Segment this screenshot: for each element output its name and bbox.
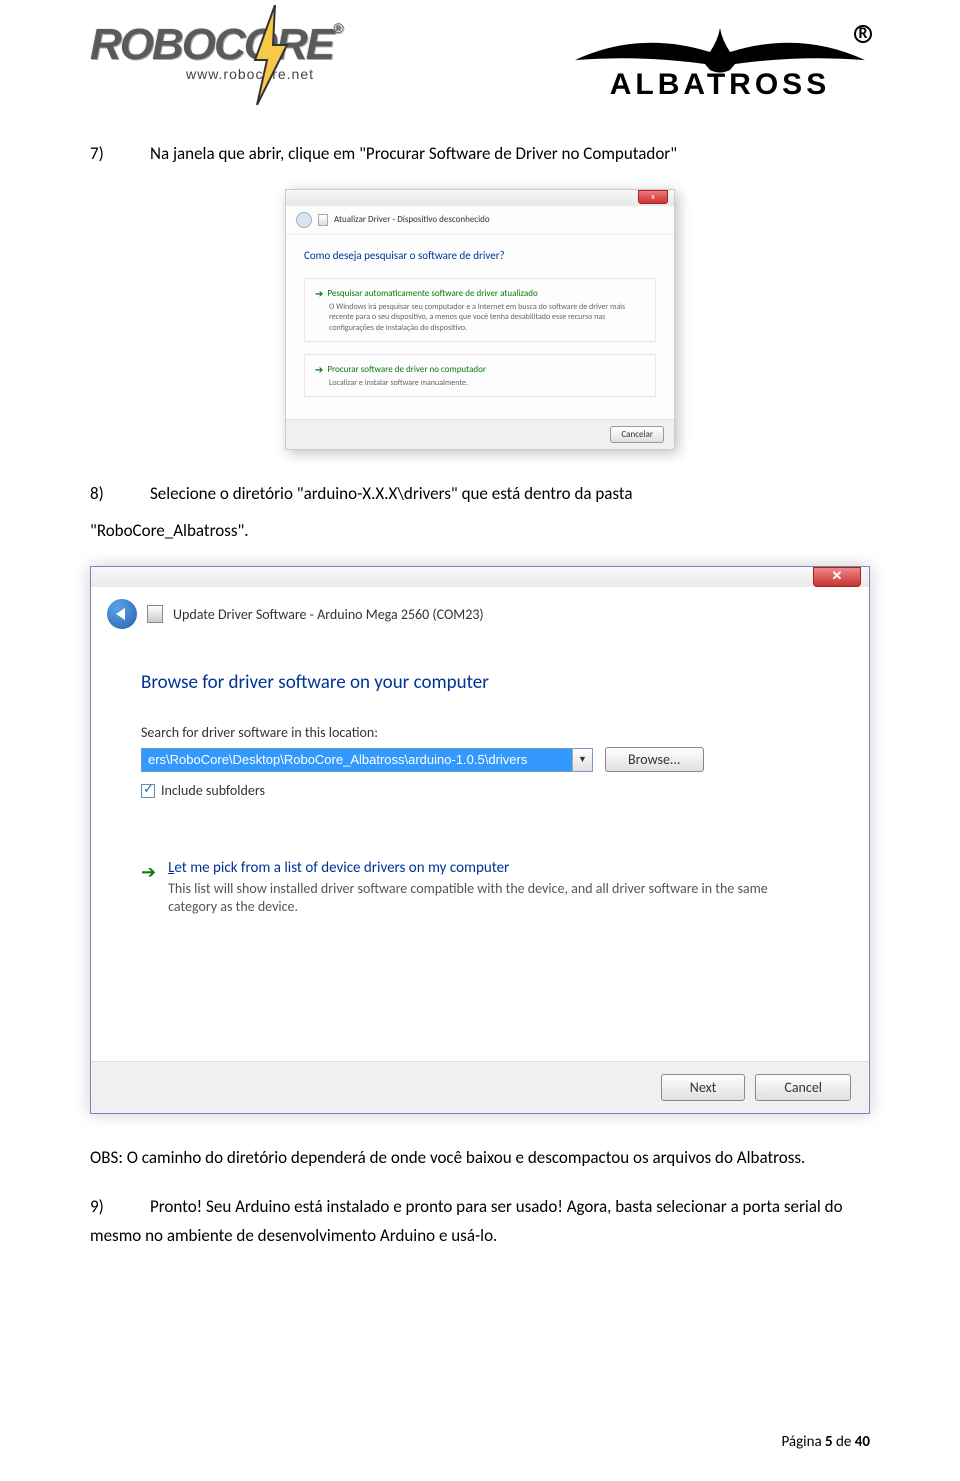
albatross-wordmark: ALBATROSS — [570, 68, 870, 102]
albatross-bird-icon — [570, 20, 870, 75]
arrow-icon: ➔ — [315, 287, 323, 300]
browse-button[interactable]: Browse... — [605, 747, 704, 772]
dialog1-screenshot: x Atualizar Driver - Dispositivo desconh… — [90, 189, 870, 451]
device-icon — [147, 605, 163, 623]
obs-text: OBS: O caminho do diretório dependerá de… — [90, 1144, 870, 1173]
document-header: ROBOCORE® www.robocore.net R ALBATROSS — [90, 20, 870, 110]
search-location-label: Search for driver software in this locat… — [141, 724, 819, 741]
pick-option-desc: This list will show installed driver sof… — [168, 880, 819, 916]
dialog2-footer: Next Cancel — [91, 1061, 869, 1113]
arrow-icon: ➔ — [315, 363, 323, 376]
dialog1-title-text: Atualizar Driver - Dispositivo desconhec… — [334, 214, 490, 225]
update-driver-dialog-pt: x Atualizar Driver - Dispositivo desconh… — [285, 189, 675, 451]
path-combobox[interactable]: ▼ — [141, 748, 593, 772]
update-driver-dialog-en: ✕ Update Driver Software - Arduino Mega … — [90, 566, 870, 1114]
step-7-text: 7)Na janela que abrir, clique em "Procur… — [90, 140, 870, 169]
cancel-button[interactable]: Cancel — [755, 1074, 851, 1101]
robocore-wordmark: ROBOCORE® — [90, 20, 341, 70]
step-9-text: 9)Pronto! Seu Arduino está instalado e p… — [90, 1193, 870, 1251]
robocore-logo: ROBOCORE® www.robocore.net — [90, 20, 410, 110]
option-browse-computer[interactable]: ➔Procurar software de driver no computad… — [304, 354, 656, 397]
dialog2-breadcrumb: Update Driver Software - Arduino Mega 25… — [91, 587, 869, 641]
back-button[interactable] — [107, 599, 137, 629]
include-subfolders-checkbox[interactable]: Include subfolders — [141, 782, 819, 799]
back-icon[interactable] — [296, 212, 312, 228]
step-8-text-2: "RoboCore_Albatross". — [90, 517, 870, 546]
option-auto-search[interactable]: ➔Pesquisar automaticamente software de d… — [304, 278, 656, 342]
dialog2-heading: Browse for driver software on your compu… — [141, 671, 819, 694]
path-input[interactable] — [142, 749, 572, 771]
cancel-button[interactable]: Cancelar — [610, 426, 664, 443]
pick-option-title: Let me pick from a list of device driver… — [168, 859, 819, 877]
checkbox-icon[interactable] — [141, 784, 155, 798]
dialog1-footer: Cancelar — [286, 419, 674, 449]
close-button[interactable]: ✕ — [813, 567, 861, 587]
arrow-icon: ➔ — [141, 861, 156, 883]
dialog1-heading: Como deseja pesquisar o software de driv… — [304, 249, 656, 262]
lightning-bolt-icon — [245, 5, 295, 105]
step-8-text: 8)Selecione o diretório "arduino-X.X.X\d… — [90, 480, 870, 509]
registered-icon: R — [854, 25, 872, 43]
dropdown-arrow-icon[interactable]: ▼ — [572, 749, 592, 771]
albatross-logo: R ALBATROSS — [570, 20, 870, 102]
close-button[interactable]: x — [638, 190, 668, 204]
dialog2-title-text: Update Driver Software - Arduino Mega 25… — [173, 606, 484, 623]
device-icon — [318, 214, 328, 226]
dialog2-titlebar: ✕ — [91, 567, 869, 587]
pick-from-list-option[interactable]: ➔ Let me pick from a list of device driv… — [141, 859, 819, 916]
dialog1-breadcrumb: Atualizar Driver - Dispositivo desconhec… — [286, 206, 674, 235]
dialog2-screenshot: ✕ Update Driver Software - Arduino Mega … — [90, 566, 870, 1114]
next-button[interactable]: Next — [661, 1074, 746, 1101]
page-number: Página 5 de 40 — [781, 1433, 870, 1451]
dialog1-titlebar: x — [286, 190, 674, 206]
